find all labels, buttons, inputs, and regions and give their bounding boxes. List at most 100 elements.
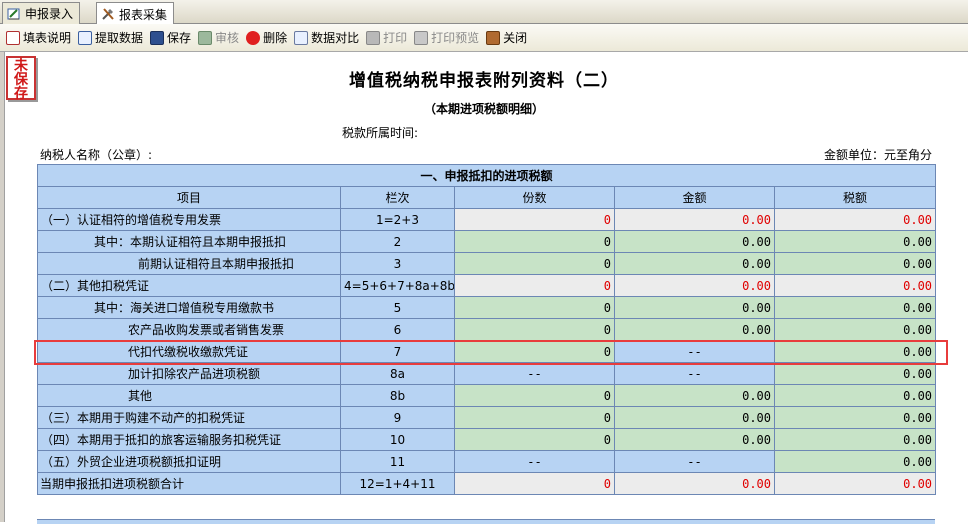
save-label: 保存 xyxy=(167,31,192,45)
row-count-input[interactable]: 0 xyxy=(454,318,615,341)
row-item: 代扣代缴税收缴款凭证 xyxy=(37,340,341,363)
row-tax-input[interactable]: 0.00 xyxy=(773,230,937,253)
row-count-input[interactable]: 0 xyxy=(454,384,615,407)
review-label: 审核 xyxy=(215,31,240,45)
row-line: 9 xyxy=(340,406,455,429)
table-row: 其他 8b 0 0.00 0.00 xyxy=(37,384,937,407)
row-amount-input[interactable]: 0.00 xyxy=(614,296,775,319)
row-tax-input[interactable]: 0.00 xyxy=(773,384,937,407)
tab-report-collection[interactable]: 报表采集 xyxy=(96,2,175,25)
row-tax-input[interactable]: 0.00 xyxy=(773,252,937,275)
row-tax-input[interactable]: 0.00 xyxy=(773,340,937,363)
row-amount-input[interactable]: 0.00 xyxy=(614,318,775,341)
table-row: 前期认证相符且本期申报抵扣 3 0 0.00 0.00 xyxy=(37,252,937,275)
row-amount: 0.00 xyxy=(614,472,775,495)
tab-bar: 申报录入 报表采集 xyxy=(0,0,968,25)
row-line: 5 xyxy=(340,296,455,319)
floppy-disk-icon xyxy=(150,30,165,45)
row-amount-input[interactable]: 0.00 xyxy=(614,428,775,451)
row-line: 4=5+6+7+8a+8b xyxy=(340,274,455,297)
row-amount-input[interactable]: 0.00 xyxy=(614,230,775,253)
taxpayer-name-label: 纳税人名称（公章）: xyxy=(40,148,153,162)
row-amount-na: -- xyxy=(614,450,775,473)
row-tax: 0.00 xyxy=(773,472,937,495)
row-line: 8b xyxy=(340,384,455,407)
table-row: 代扣代缴税收缴款凭证 7 0 -- 0.00 xyxy=(37,340,937,363)
row-tax: 0.00 xyxy=(773,208,937,231)
row-item: 其中：本期认证相符且本期申报抵扣 xyxy=(37,230,341,253)
row-tax-input[interactable]: 0.00 xyxy=(773,406,937,429)
form-subtitle: （本期进项税额明细） xyxy=(423,102,544,116)
amount-unit-label: 金额单位：元至角分 xyxy=(823,148,932,162)
row-tax-input[interactable]: 0.00 xyxy=(773,428,937,451)
row-count: 0 xyxy=(454,208,615,231)
row-amount-input[interactable]: 0.00 xyxy=(614,406,775,429)
row-item: 农产品收购发票或者销售发票 xyxy=(37,318,341,341)
row-tax-input[interactable]: 0.00 xyxy=(773,318,937,341)
print-preview-button[interactable]: 打印预览 xyxy=(412,27,484,49)
table-row: 加计扣除农产品进项税额 8a -- -- 0.00 xyxy=(37,362,937,385)
compare-label: 数据对比 xyxy=(311,31,360,45)
tab-declaration-entry[interactable]: 申报录入 xyxy=(2,2,81,24)
save-button[interactable]: 保存 xyxy=(148,27,196,49)
row-amount-na: -- xyxy=(614,362,775,385)
edit-chart-icon xyxy=(7,7,21,21)
row-amount-input[interactable]: 0.00 xyxy=(614,384,775,407)
table-row: 其中：本期认证相符且本期申报抵扣 2 0 0.00 0.00 xyxy=(37,230,937,253)
row-item: （一）认证相符的增值税专用发票 xyxy=(37,208,341,231)
section-heading: 一、申报抵扣的进项税额 xyxy=(36,164,937,187)
delete-label: 删除 xyxy=(263,31,288,45)
row-line: 8a xyxy=(340,362,455,385)
row-tax-input[interactable]: 0.00 xyxy=(773,296,937,319)
row-item: （四）本期用于抵扣的旅客运输服务扣税凭证 xyxy=(37,428,341,451)
row-count-input[interactable]: 0 xyxy=(454,230,615,253)
print-button[interactable]: 打印 xyxy=(364,27,412,49)
form-title: 增值税纳税申报表附列资料（二） xyxy=(349,71,619,91)
row-count-input[interactable]: 0 xyxy=(454,296,615,319)
row-count-input[interactable]: 0 xyxy=(454,340,615,363)
row-count-input[interactable]: 0 xyxy=(454,428,615,451)
row-count-na: -- xyxy=(454,362,615,385)
row-amount: 0.00 xyxy=(614,274,775,297)
row-amount-na: -- xyxy=(614,340,775,363)
door-icon xyxy=(486,30,501,45)
tools-icon xyxy=(101,7,115,21)
table-row-total: 当期申报抵扣进项税额合计 12=1+4+11 0 0.00 0.00 xyxy=(37,472,937,495)
fill-help-button[interactable]: 填表说明 xyxy=(4,27,76,49)
print-label: 打印 xyxy=(383,31,408,45)
row-count: 0 xyxy=(454,274,615,297)
print-preview-icon xyxy=(414,30,429,45)
input-tax-table: 一、申报抵扣的进项税额 项目 栏次 份数 金额 税额 （一）认证相符的增值税专用… xyxy=(36,164,937,495)
row-tax-input[interactable]: 0.00 xyxy=(773,450,937,473)
row-item: （二）其他扣税凭证 xyxy=(37,274,341,297)
delete-button[interactable]: 删除 xyxy=(244,27,292,49)
printer-icon xyxy=(366,30,381,45)
header-amount: 金额 xyxy=(614,186,775,209)
row-count-input[interactable]: 0 xyxy=(454,252,615,275)
header-tax: 税额 xyxy=(773,186,937,209)
row-count: 0 xyxy=(454,472,615,495)
row-count-input[interactable]: 0 xyxy=(454,406,615,429)
row-tax: 0.00 xyxy=(773,274,937,297)
delete-icon xyxy=(246,30,261,45)
row-tax-input[interactable]: 0.00 xyxy=(773,362,937,385)
row-item: 加计扣除农产品进项税额 xyxy=(37,362,341,385)
compare-button[interactable]: 数据对比 xyxy=(292,27,364,49)
row-item: 其中：海关进口增值税专用缴款书 xyxy=(37,296,341,319)
table-row: 其中：海关进口增值税专用缴款书 5 0 0.00 0.00 xyxy=(37,296,937,319)
fetch-data-button[interactable]: 提取数据 xyxy=(76,27,148,49)
row-amount: 0.00 xyxy=(614,208,775,231)
compare-icon xyxy=(294,30,309,45)
row-amount-input[interactable]: 0.00 xyxy=(614,252,775,275)
row-line: 11 xyxy=(340,450,455,473)
row-item: （三）本期用于购建不动产的扣税凭证 xyxy=(37,406,341,429)
fill-help-label: 填表说明 xyxy=(23,31,72,45)
review-button[interactable]: 审核 xyxy=(196,27,244,49)
close-button[interactable]: 关闭 xyxy=(484,27,532,49)
row-line: 2 xyxy=(340,230,455,253)
row-line: 7 xyxy=(340,340,455,363)
row-line: 1=2+3 xyxy=(340,208,455,231)
toolbar: 填表说明 提取数据 保存 审核 删除 数据对比 打印 打印预览 关闭 xyxy=(0,24,968,52)
row-item: 当期申报抵扣进项税额合计 xyxy=(37,472,341,495)
header-count: 份数 xyxy=(454,186,615,209)
